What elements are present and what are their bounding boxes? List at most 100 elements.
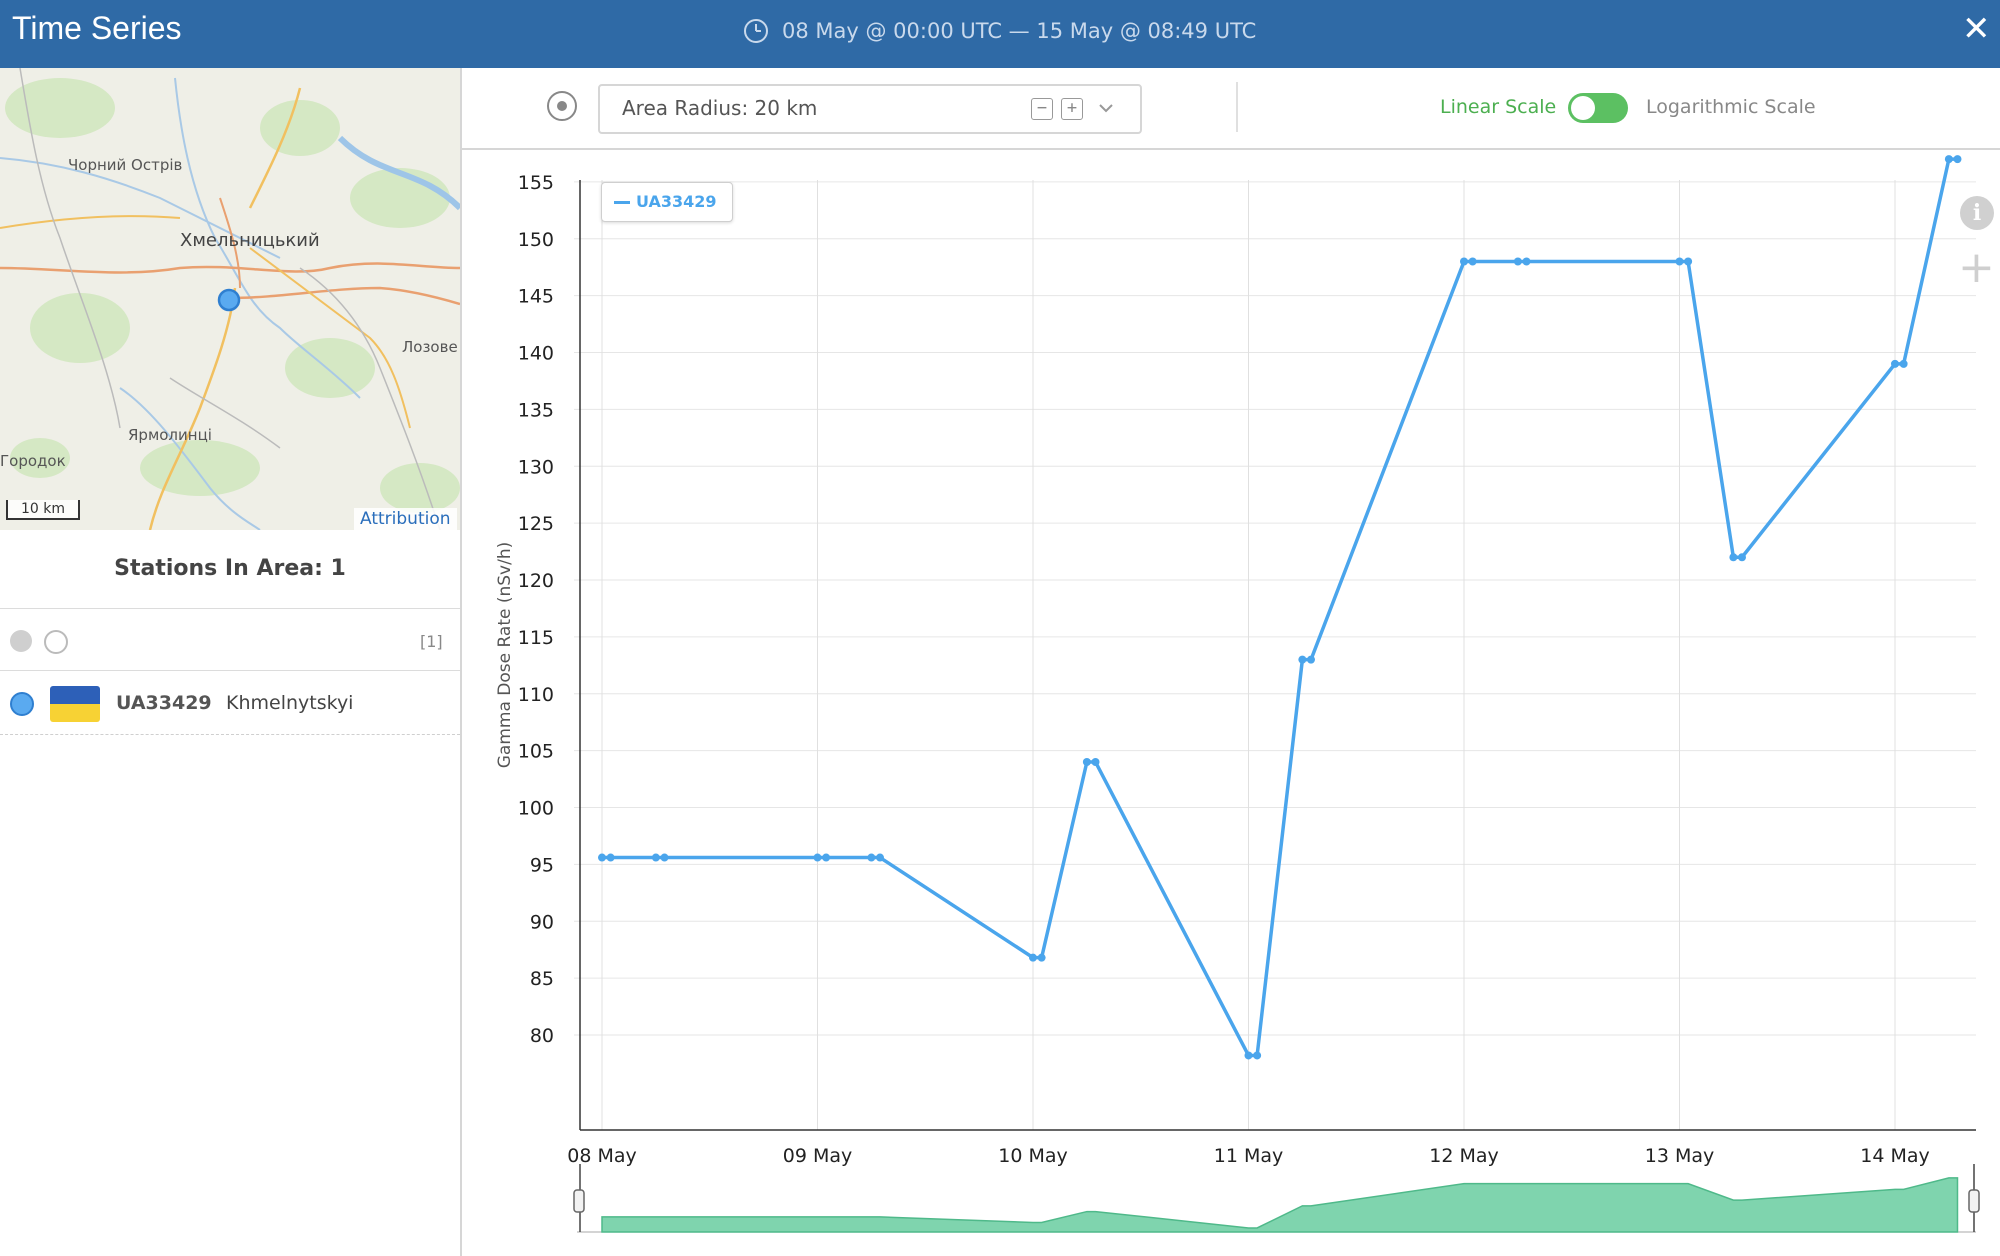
data-point [1091, 758, 1100, 766]
divider [0, 608, 460, 609]
data-point [1037, 953, 1046, 962]
select-all-radio[interactable] [10, 630, 32, 652]
data-point [1899, 359, 1908, 368]
station-count-badge: [1] [420, 632, 443, 651]
select-none-radio[interactable] [44, 630, 68, 654]
station-id: UA33429 [116, 692, 212, 714]
station-filter-row: [1] [0, 610, 460, 670]
y-tick-label: 150 [518, 229, 554, 251]
minus-box-icon[interactable]: − [1031, 98, 1053, 120]
target-icon[interactable] [547, 91, 577, 121]
date-range-text: 08 May @ 00:00 UTC — 15 May @ 08:49 UTC [782, 19, 1257, 43]
chart-toolbar: Area Radius: 20 km − + Linear Scale Loga… [462, 68, 2000, 150]
linear-scale-label[interactable]: Linear Scale [1440, 96, 1556, 118]
x-tick-label: 12 May [1429, 1145, 1499, 1167]
data-point [1253, 1051, 1262, 1060]
y-tick-label: 105 [518, 741, 554, 763]
window-title: Time Series [12, 10, 182, 46]
divider [1236, 82, 1238, 132]
divider [0, 670, 460, 671]
time-series-chart[interactable]: 80 85 90 95 100 105 110 115 120 125 130 135 140 145 15… [462, 150, 2000, 1256]
data-point [1298, 655, 1307, 664]
map-label: Чорний Острів [68, 156, 183, 174]
map-label: Городок [0, 452, 66, 470]
y-tick-label: 100 [518, 798, 554, 820]
y-tick-label: 120 [518, 570, 554, 592]
data-point [1029, 953, 1037, 962]
map-label: Лозове [402, 338, 458, 356]
data-point [606, 853, 615, 862]
scale-toggle[interactable] [1568, 93, 1628, 123]
map-label: Ярмолинці [128, 426, 212, 444]
x-tick-label: 10 May [998, 1145, 1068, 1167]
navigator-left-handle[interactable] [573, 1189, 585, 1213]
area-radius-select[interactable]: Area Radius: 20 km − + [598, 84, 1142, 134]
plus-box-icon[interactable]: + [1061, 98, 1083, 120]
data-point [1306, 655, 1315, 664]
y-tick-label: 115 [518, 627, 554, 649]
data-point [1684, 257, 1693, 266]
y-tick-label: 145 [518, 286, 554, 308]
data-point [1737, 553, 1746, 562]
data-point [1468, 257, 1477, 266]
attribution-link[interactable]: Attribution [354, 508, 457, 530]
data-point [1675, 257, 1684, 266]
data-point [875, 853, 884, 862]
data-point [822, 853, 831, 862]
x-tick-label: 14 May [1860, 1145, 1930, 1167]
date-range: 08 May @ 00:00 UTC — 15 May @ 08:49 UTC [742, 16, 1256, 46]
toggle-knob [1571, 96, 1595, 120]
log-scale-label[interactable]: Logarithmic Scale [1646, 96, 1816, 118]
x-tick-label: 11 May [1214, 1145, 1284, 1167]
ukraine-flag-icon [50, 686, 100, 722]
chevron-down-icon[interactable] [1098, 102, 1114, 114]
x-tick-label: 08 May [567, 1145, 637, 1167]
map-label: Хмельницький [180, 230, 320, 251]
data-point [1460, 257, 1468, 266]
info-icon[interactable]: i [1960, 196, 1994, 230]
data-point [1513, 257, 1522, 266]
data-point [1944, 155, 1953, 164]
station-map[interactable]: Чорний Острів Хмельницький Лозове Ярмоли… [0, 68, 460, 530]
station-name: Khmelnytskyi [226, 692, 354, 714]
y-tick-label: 130 [518, 456, 554, 478]
data-point [1953, 155, 1962, 164]
y-tick-label: 85 [530, 968, 554, 990]
close-icon[interactable]: ✕ [1962, 12, 2000, 52]
y-tick-label: 110 [518, 684, 554, 706]
legend-item[interactable]: UA33429 [601, 182, 733, 222]
y-axis-label: Gamma Dose Rate (nSv/h) [495, 542, 515, 769]
y-tick-label: 80 [530, 1025, 554, 1047]
data-point [1891, 359, 1899, 368]
area-radius-label: Area Radius: 20 km [622, 96, 818, 120]
map-tiles [0, 68, 460, 530]
data-point [813, 853, 822, 862]
x-tick-label: 09 May [783, 1145, 853, 1167]
station-selected-radio[interactable] [10, 692, 34, 716]
legend-label: UA33429 [636, 192, 717, 211]
data-point [867, 853, 876, 862]
data-point [1522, 257, 1531, 266]
y-tick-label: 155 [518, 172, 554, 194]
station-list-item[interactable]: UA33429 Khmelnytskyi [0, 672, 460, 735]
data-point [660, 853, 669, 862]
y-tick-label: 140 [518, 343, 554, 365]
left-panel: Чорний Острів Хмельницький Лозове Ярмоли… [0, 68, 462, 1256]
add-icon[interactable]: + [1958, 246, 1995, 290]
title-bar: Time Series 08 May @ 00:00 UTC — 15 May … [0, 0, 2000, 68]
map-scale-bar: 10 km [6, 500, 80, 520]
data-point [1244, 1051, 1253, 1060]
legend-line-icon [614, 201, 630, 204]
clock-icon [744, 19, 768, 43]
station-marker-icon [217, 288, 241, 312]
stations-count-title: Stations In Area: 1 [114, 556, 346, 581]
y-tick-label: 135 [518, 399, 554, 421]
navigator-right-handle[interactable] [1968, 1189, 1980, 1213]
y-tick-label: 95 [530, 854, 554, 876]
navigator-area [601, 1177, 1959, 1233]
x-tick-label: 13 May [1645, 1145, 1715, 1167]
data-point [651, 853, 660, 862]
data-point [598, 853, 606, 862]
y-tick-label: 90 [530, 911, 554, 933]
data-point [1729, 553, 1738, 562]
